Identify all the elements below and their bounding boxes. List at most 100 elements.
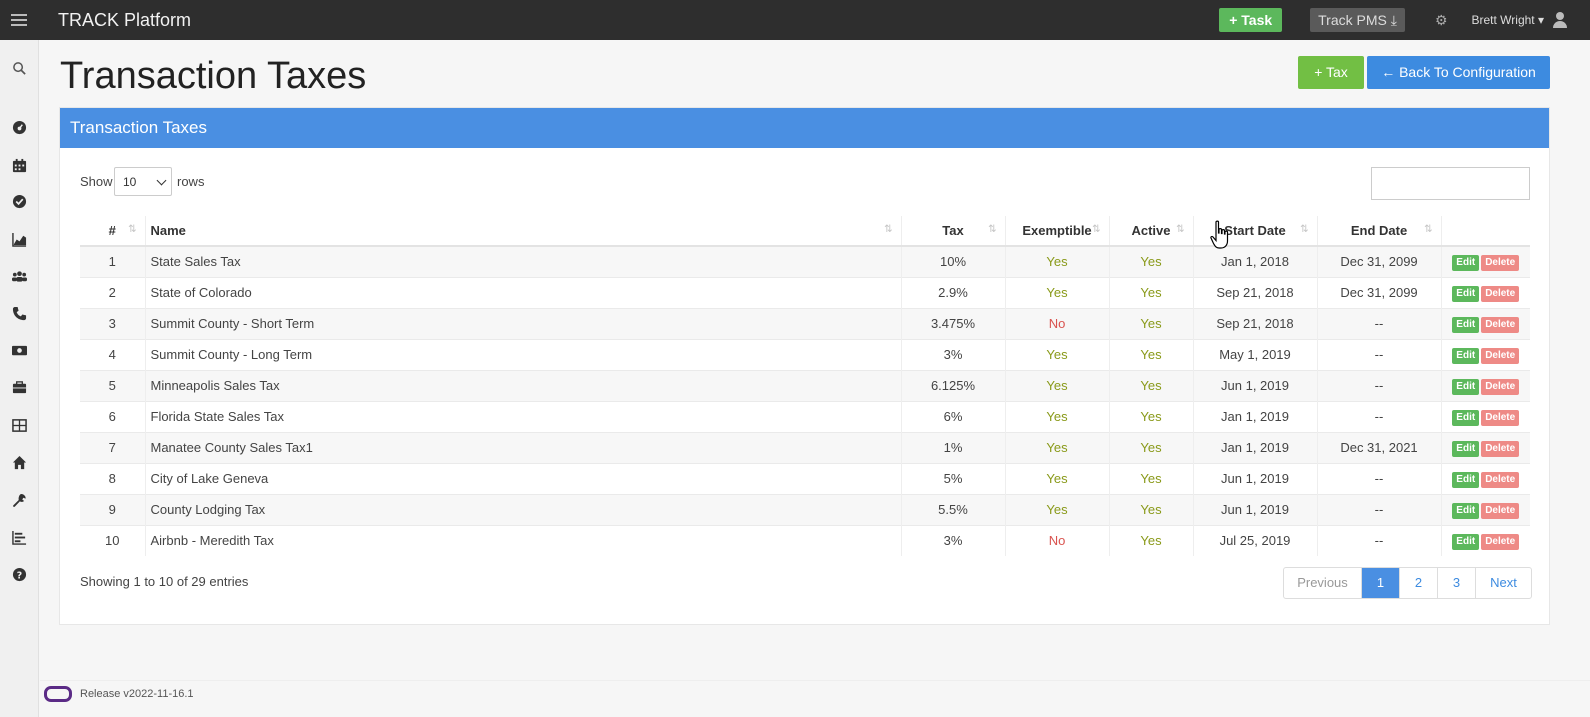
table-row: 7 Manatee County Sales Tax1 1% Yes Yes Jan 1,… <box>80 431 1530 463</box>
calendar-icon[interactable] <box>0 155 38 175</box>
cell-tax: 3.475% <box>900 307 1005 339</box>
grid-icon[interactable] <box>0 415 38 435</box>
cell-exemptible: Yes <box>1004 245 1109 277</box>
cell-active: Yes <box>1108 307 1193 339</box>
delete-button[interactable]: Delete <box>1481 533 1520 550</box>
edit-button[interactable]: Edit <box>1452 409 1480 426</box>
cell-start-date: Jun 1, 2019 <box>1192 369 1317 401</box>
help-icon[interactable]: ? <box>0 564 38 584</box>
delete-button[interactable]: Delete <box>1481 471 1520 488</box>
sort-icon: ⇅ <box>128 224 137 235</box>
cell-start-date: Sep 21, 2018 <box>1192 276 1317 308</box>
back-to-configuration-button[interactable]: ← Back To Configuration <box>1367 56 1550 89</box>
cell-end-date: -- <box>1316 338 1441 370</box>
delete-button[interactable]: Delete <box>1481 409 1520 426</box>
cell-name: Summit County - Short Term <box>144 307 901 339</box>
page-1-button[interactable]: 1 <box>1361 568 1399 598</box>
table-row: 4 Summit County - Long Term 3% Yes Yes May 1,… <box>80 338 1530 370</box>
next-page-button[interactable]: Next <box>1475 568 1531 598</box>
chart-icon[interactable] <box>0 229 38 249</box>
sort-icon: ⇅ <box>1424 224 1433 235</box>
cell-exemptible: No <box>1004 524 1109 556</box>
cell-num: 9 <box>80 493 145 525</box>
cell-num: 7 <box>80 431 145 463</box>
edit-button[interactable]: Edit <box>1452 471 1480 488</box>
cell-actions: Edit Delete <box>1440 307 1530 339</box>
dashboard-icon[interactable] <box>0 117 38 137</box>
edit-button[interactable]: Edit <box>1452 347 1480 364</box>
app-title[interactable]: TRACK Platform <box>58 10 191 31</box>
cell-end-date: -- <box>1316 369 1441 401</box>
column-header-tax[interactable]: Tax ⇅ <box>900 216 1005 247</box>
add-tax-button[interactable]: + Tax <box>1298 56 1364 89</box>
delete-button[interactable]: Delete <box>1481 378 1520 395</box>
rows-per-page-select[interactable]: 10 <box>114 167 172 196</box>
user-icon[interactable] <box>1552 12 1568 28</box>
cell-tax: 1% <box>900 431 1005 463</box>
cell-tax: 3% <box>900 524 1005 556</box>
delete-button[interactable]: Delete <box>1481 316 1520 333</box>
column-header-exemptible[interactable]: Exemptible ⇅ <box>1004 216 1109 247</box>
previous-page-button[interactable]: Previous <box>1284 568 1361 598</box>
release-version: Release v2022-11-16.1 <box>80 688 194 700</box>
cell-start-date: Jan 1, 2019 <box>1192 400 1317 432</box>
delete-button[interactable]: Delete <box>1481 254 1520 271</box>
column-header-name[interactable]: Name ⇅ <box>144 216 901 247</box>
table-row: 1 State Sales Tax 10% Yes Yes Jan 1, 2018 Dec … <box>80 245 1530 277</box>
money-icon[interactable] <box>0 340 38 360</box>
column-header-active[interactable]: Active ⇅ <box>1108 216 1193 247</box>
search-icon[interactable] <box>0 58 38 78</box>
table-row: 3 Summit County - Short Term 3.475% No Yes Se… <box>80 307 1530 339</box>
panel-title: Transaction Taxes <box>60 108 1549 148</box>
rows-per-page-value: 10 <box>123 175 137 189</box>
cell-exemptible: Yes <box>1004 276 1109 308</box>
cell-active: Yes <box>1108 400 1193 432</box>
user-menu[interactable]: Brett Wright ▾ <box>1472 13 1545 27</box>
report-icon[interactable] <box>0 527 38 547</box>
cell-name: County Lodging Tax <box>144 493 901 525</box>
entries-info: Showing 1 to 10 of 29 entries <box>80 574 249 589</box>
page-3-button[interactable]: 3 <box>1437 568 1475 598</box>
search-input[interactable] <box>1371 167 1530 200</box>
logo-icon <box>44 686 72 702</box>
table-body: 1 State Sales Tax 10% Yes Yes Jan 1, 2018 Dec … <box>80 245 1530 556</box>
cell-exemptible: Yes <box>1004 369 1109 401</box>
edit-button[interactable]: Edit <box>1452 502 1480 519</box>
cell-actions: Edit Delete <box>1440 431 1530 463</box>
home-icon[interactable] <box>0 452 38 472</box>
wrench-icon[interactable] <box>0 490 38 510</box>
edit-button[interactable]: Edit <box>1452 378 1480 395</box>
delete-button[interactable]: Delete <box>1481 285 1520 302</box>
briefcase-icon[interactable] <box>0 377 38 397</box>
phone-icon[interactable] <box>0 303 38 323</box>
edit-button[interactable]: Edit <box>1452 440 1480 457</box>
page-2-button[interactable]: 2 <box>1399 568 1437 598</box>
edit-button[interactable]: Edit <box>1452 254 1480 271</box>
cell-tax: 2.9% <box>900 276 1005 308</box>
add-task-button[interactable]: + Task <box>1219 8 1283 32</box>
delete-button[interactable]: Delete <box>1481 502 1520 519</box>
cell-num: 2 <box>80 276 145 308</box>
check-circle-icon[interactable] <box>0 191 38 211</box>
edit-button[interactable]: Edit <box>1452 316 1480 333</box>
delete-button[interactable]: Delete <box>1481 440 1520 457</box>
cell-end-date: -- <box>1316 524 1441 556</box>
column-header-end-date[interactable]: End Date ⇅ <box>1316 216 1441 247</box>
cell-start-date: Jun 1, 2019 <box>1192 462 1317 494</box>
edit-button[interactable]: Edit <box>1452 285 1480 302</box>
table-row: 2 State of Colorado 2.9% Yes Yes Sep 21, 2018… <box>80 276 1530 308</box>
menu-icon[interactable] <box>0 0 38 40</box>
cell-tax: 10% <box>900 245 1005 277</box>
track-pms-button[interactable]: Track PMS ⤓ <box>1310 8 1405 32</box>
users-icon[interactable] <box>0 266 38 286</box>
cell-actions: Edit Delete <box>1440 400 1530 432</box>
cell-end-date: Dec 31, 2021 <box>1316 431 1441 463</box>
edit-button[interactable]: Edit <box>1452 533 1480 550</box>
gear-icon[interactable]: ⚙ <box>1435 12 1448 29</box>
pagination: Previous 1 2 3 Next <box>1283 567 1532 599</box>
cell-exemptible: No <box>1004 307 1109 339</box>
cell-actions: Edit Delete <box>1440 338 1530 370</box>
delete-button[interactable]: Delete <box>1481 347 1520 364</box>
table-row: 8 City of Lake Geneva 5% Yes Yes Jun 1, 2019-… <box>80 462 1530 494</box>
column-header-num[interactable]: # ⇅ <box>80 216 145 247</box>
